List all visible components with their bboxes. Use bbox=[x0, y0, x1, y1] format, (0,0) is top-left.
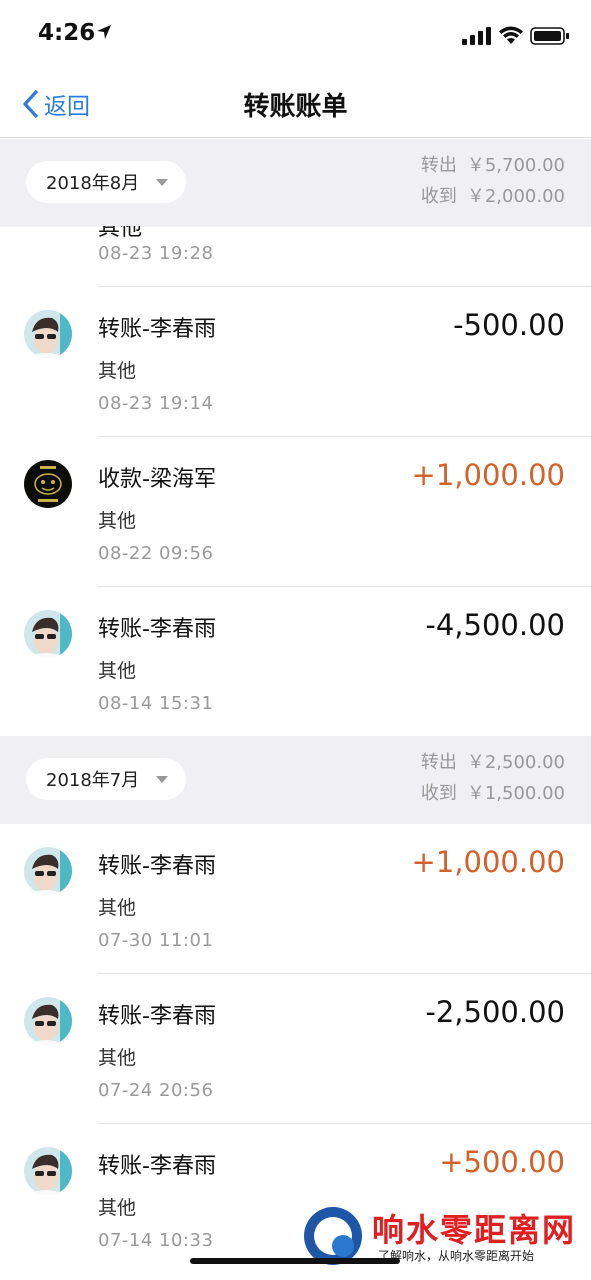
caret-down-icon bbox=[156, 179, 168, 186]
divider bbox=[98, 1123, 591, 1124]
month-selector[interactable]: 2018年7月 bbox=[26, 758, 186, 800]
home-indicator[interactable] bbox=[190, 1258, 400, 1264]
entry-category: 其他 bbox=[98, 1197, 137, 1219]
boy-avatar bbox=[24, 997, 72, 1045]
month-header-jul: 2018年7月 转出 ￥2,500.00 收到 ￥1,500.00 bbox=[0, 736, 591, 824]
transaction-row[interactable]: 收款-梁海军 其他 08-22 09:56 +1,000.00 bbox=[0, 436, 591, 586]
status-bar: 4:26 bbox=[0, 0, 591, 70]
entry-category: 其他 bbox=[98, 1047, 137, 1069]
entry-amount: -500.00 bbox=[453, 308, 565, 342]
entry-amount: +1,000.00 bbox=[411, 845, 565, 879]
month-selector[interactable]: 2018年8月 bbox=[26, 161, 186, 203]
location-arrow-icon bbox=[97, 25, 111, 39]
boy-avatar bbox=[24, 847, 72, 895]
entry-title: 转账-李春雨 bbox=[98, 617, 216, 642]
watermark-subtitle: 了解响水，从响水零距离开始 bbox=[378, 1249, 535, 1263]
transaction-row[interactable]: 转账-李春雨 其他 07-30 11:01 +1,000.00 bbox=[0, 823, 591, 973]
entry-category: 其他 bbox=[98, 510, 137, 532]
transaction-row[interactable]: 转账-李春雨 其他 07-24 20:56 -2,500.00 bbox=[0, 973, 591, 1123]
total-in: 收到 ￥1,500.00 bbox=[420, 783, 565, 804]
entry-category: 其他 bbox=[98, 226, 143, 241]
status-time: 4:26 bbox=[38, 20, 96, 46]
watermark-title: 响水零距离网 bbox=[372, 1211, 577, 1249]
entry-date: 08-23 19:28 bbox=[98, 243, 214, 264]
entry-title: 收款-梁海军 bbox=[98, 467, 216, 492]
entry-title: 转账-李春雨 bbox=[98, 317, 216, 342]
total-out: 转出 ￥2,500.00 bbox=[420, 752, 565, 773]
battery-icon bbox=[530, 27, 569, 45]
entry-date: 07-24 20:56 bbox=[98, 1080, 214, 1101]
dark-logo-avatar bbox=[24, 460, 72, 508]
entry-date: 08-14 15:31 bbox=[98, 693, 214, 714]
transaction-row[interactable]: 转账-李春雨 其他 08-14 15:31 -4,500.00 bbox=[0, 586, 591, 736]
entry-category: 其他 bbox=[98, 360, 137, 382]
boy-avatar bbox=[24, 610, 72, 658]
entry-date: 07-14 10:33 bbox=[98, 1230, 214, 1251]
transaction-row[interactable]: 转账-李春雨 其他 08-23 19:14 -500.00 bbox=[0, 286, 591, 436]
entry-category: 其他 bbox=[98, 897, 137, 919]
month-header-aug: 2018年8月 转出 ￥5,700.00 收到 ￥2,000.00 bbox=[0, 139, 591, 227]
entry-category: 其他 bbox=[98, 660, 137, 682]
boy-avatar bbox=[24, 310, 72, 358]
wifi-icon bbox=[499, 26, 523, 44]
total-out: 转出 ￥5,700.00 bbox=[420, 155, 565, 176]
nav-bar: 返回 转账账单 bbox=[0, 70, 591, 138]
divider bbox=[98, 436, 591, 437]
entry-title: 转账-李春雨 bbox=[98, 1004, 216, 1029]
boy-avatar bbox=[24, 1147, 72, 1195]
entry-amount: -4,500.00 bbox=[425, 608, 565, 642]
month-label: 2018年8月 bbox=[46, 173, 140, 194]
list-item-partial[interactable]: 其他 08-23 19:28 bbox=[0, 226, 591, 286]
divider bbox=[98, 586, 591, 587]
entry-date: 08-23 19:14 bbox=[98, 393, 214, 414]
page-title: 转账账单 bbox=[243, 92, 348, 122]
month-label: 2018年7月 bbox=[46, 770, 140, 791]
divider bbox=[98, 286, 591, 287]
entry-date: 07-30 11:01 bbox=[98, 930, 214, 951]
watermark: 响水零距离网 了解响水，从响水零距离开始 bbox=[298, 1205, 591, 1275]
entry-date: 08-22 09:56 bbox=[98, 543, 214, 564]
entry-amount: +500.00 bbox=[439, 1145, 565, 1179]
total-in: 收到 ￥2,000.00 bbox=[420, 186, 565, 207]
entry-amount: +1,000.00 bbox=[411, 458, 565, 492]
entry-title: 转账-李春雨 bbox=[98, 854, 216, 879]
cellular-signal-icon bbox=[462, 27, 491, 45]
entry-title: 转账-李春雨 bbox=[98, 1154, 216, 1179]
watermark-logo-icon bbox=[304, 1207, 362, 1265]
entry-amount: -2,500.00 bbox=[425, 995, 565, 1029]
divider bbox=[98, 973, 591, 974]
caret-down-icon bbox=[156, 776, 168, 783]
